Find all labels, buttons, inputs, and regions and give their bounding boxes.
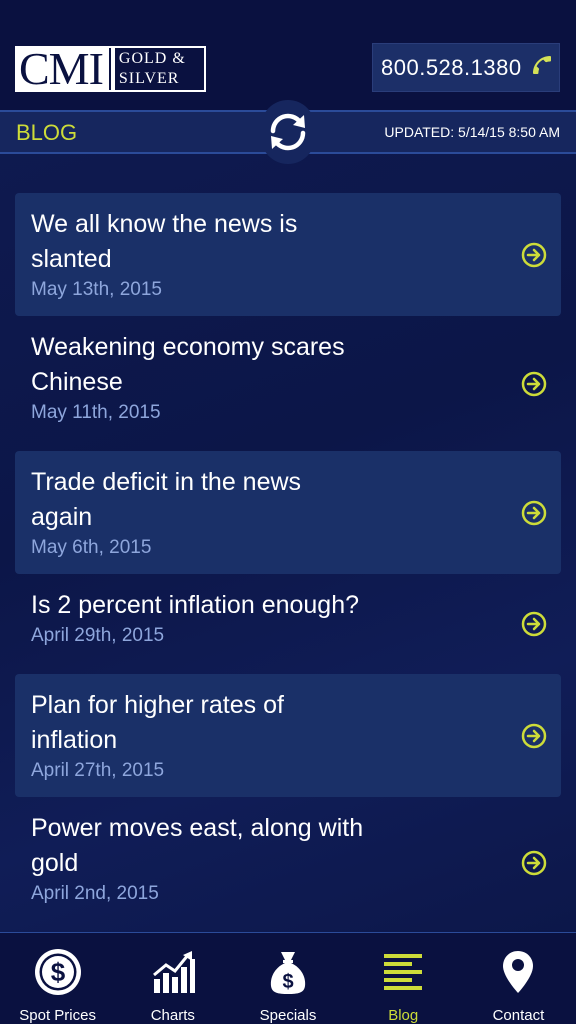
page-title: BLOG bbox=[16, 120, 78, 145]
list-item[interactable]: Weakening economy scares Chinese May 11t… bbox=[15, 316, 561, 451]
post-title: Weakening economy scares Chinese bbox=[31, 330, 501, 400]
post-title: Plan for higher rates of inflation bbox=[31, 688, 501, 758]
tab-label: Blog bbox=[388, 1007, 419, 1024]
post-date: April 2nd, 2015 bbox=[31, 883, 159, 904]
bar-chart-icon bbox=[148, 947, 198, 997]
tab-bar: $ Spot Prices Charts $ Specials Blog Con… bbox=[0, 932, 576, 1024]
post-date: April 27th, 2015 bbox=[31, 760, 165, 781]
post-date: May 13th, 2015 bbox=[31, 279, 162, 300]
post-date: May 6th, 2015 bbox=[31, 537, 152, 558]
arrow-right-icon bbox=[521, 850, 547, 876]
list-item[interactable]: Is 2 percent inflation enough? April 29t… bbox=[15, 574, 561, 674]
arrow-right-icon bbox=[521, 723, 547, 748]
list-item[interactable]: Trade deficit in the news again May 6th,… bbox=[15, 451, 561, 574]
post-title-line: Plan for higher rates of bbox=[31, 691, 284, 719]
logo-subtitle-line2: SILVER bbox=[118, 70, 180, 87]
phone-icon bbox=[530, 53, 554, 83]
tab-label: Specials bbox=[259, 1007, 317, 1024]
arrow-right-icon bbox=[521, 242, 547, 267]
tab-contact[interactable]: Contact bbox=[461, 933, 576, 1024]
map-pin-icon bbox=[493, 947, 543, 997]
post-title-line: Is 2 percent inflation enough? bbox=[31, 591, 360, 619]
tab-specials[interactable]: $ Specials bbox=[230, 933, 345, 1024]
post-title: We all know the news is slanted bbox=[31, 207, 501, 277]
arrow-right-icon bbox=[521, 500, 547, 525]
post-title-line: Chinese bbox=[31, 368, 123, 396]
post-title-line: Weakening economy scares bbox=[31, 333, 345, 361]
dollar-coin-icon: $ bbox=[33, 947, 83, 997]
logo-subtitle-line1: GOLD & bbox=[118, 50, 186, 67]
list-item[interactable]: We all know the news is slanted May 13th… bbox=[15, 193, 561, 316]
list-item[interactable]: Power moves east, along with gold April … bbox=[15, 797, 561, 929]
phone-number: 800.528.1380 bbox=[381, 54, 522, 80]
post-title-line: We all know the news is bbox=[31, 210, 298, 238]
post-title-line: inflation bbox=[31, 726, 118, 754]
tab-spot-prices[interactable]: $ Spot Prices bbox=[0, 933, 115, 1024]
money-bag-icon: $ bbox=[263, 947, 313, 997]
post-title-line: Power moves east, along with bbox=[31, 814, 364, 842]
cmi-logo[interactable]: CMI GOLD & SILVER bbox=[15, 46, 206, 92]
svg-text:$: $ bbox=[50, 957, 65, 987]
post-title: Trade deficit in the news again bbox=[31, 465, 501, 535]
tab-blog[interactable]: Blog bbox=[346, 933, 461, 1024]
post-title-line: again bbox=[31, 503, 93, 531]
arrow-right-icon bbox=[521, 371, 547, 396]
list-item[interactable]: Plan for higher rates of inflation April… bbox=[15, 674, 561, 797]
svg-text:$: $ bbox=[282, 971, 293, 993]
tab-label: Contact bbox=[492, 1007, 545, 1024]
post-title-line: slanted bbox=[31, 245, 112, 273]
post-title: Is 2 percent inflation enough? bbox=[31, 588, 501, 623]
arrow-right-icon bbox=[521, 611, 547, 637]
tab-charts[interactable]: Charts bbox=[115, 933, 230, 1024]
logo-main-text: CMI bbox=[19, 46, 111, 92]
post-title-line: Trade deficit in the news bbox=[31, 468, 302, 496]
list-lines-icon bbox=[378, 947, 428, 997]
post-date: April 29th, 2015 bbox=[31, 625, 165, 646]
top-bar: CMI GOLD & SILVER 800.528.1380 bbox=[0, 0, 576, 110]
call-button[interactable]: 800.528.1380 bbox=[372, 43, 560, 92]
post-date: May 11th, 2015 bbox=[31, 402, 161, 423]
tab-label: Spot Prices bbox=[19, 1007, 96, 1024]
blog-list: We all know the news is slanted May 13th… bbox=[15, 193, 561, 929]
post-title-line: gold bbox=[31, 849, 79, 877]
post-title: Power moves east, along with gold bbox=[31, 811, 501, 881]
updated-timestamp: UPDATED: 5/14/15 8:50 AM bbox=[384, 124, 560, 140]
logo-subtitle: GOLD & SILVER bbox=[114, 48, 204, 90]
refresh-button[interactable] bbox=[261, 100, 315, 164]
tab-label: Charts bbox=[150, 1007, 195, 1024]
refresh-icon bbox=[270, 113, 306, 151]
